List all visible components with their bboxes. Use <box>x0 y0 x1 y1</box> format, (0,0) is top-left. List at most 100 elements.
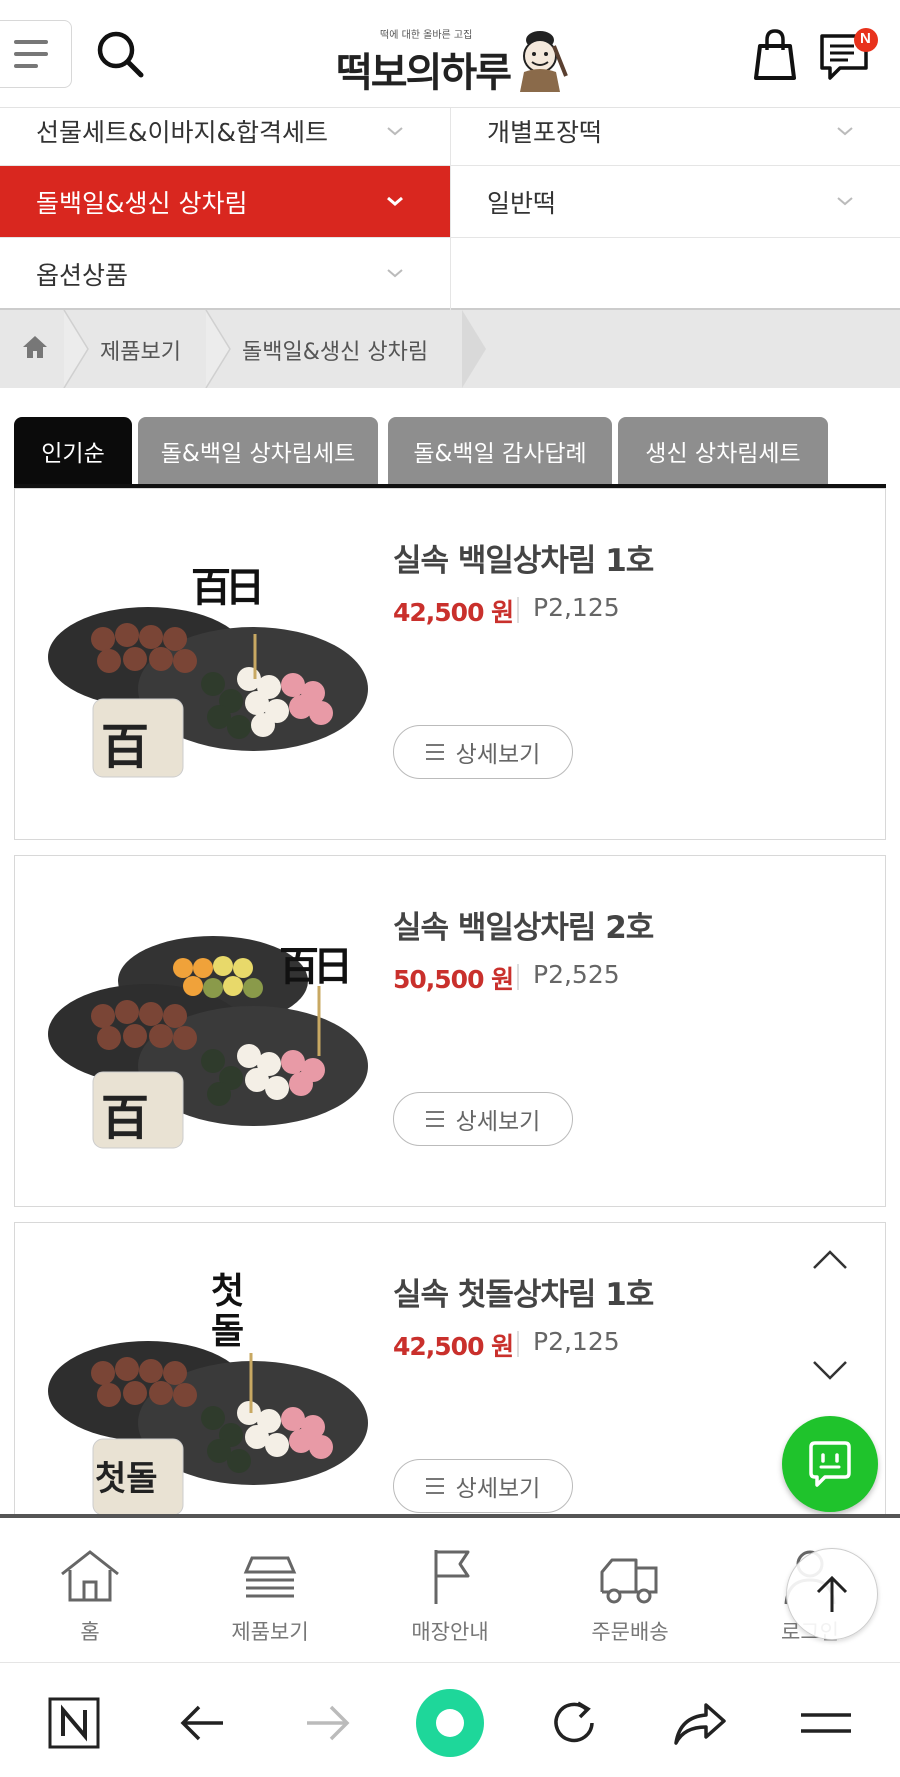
detail-button-label: 상세보기 <box>455 1476 541 1502</box>
detail-button-label: 상세보기 <box>455 742 541 768</box>
chevron-down-icon <box>387 269 403 278</box>
flag-icon <box>434 1550 470 1604</box>
browser-toolbar <box>0 1662 900 1777</box>
shopping-bag-icon[interactable] <box>748 26 802 82</box>
truck-icon <box>600 1558 658 1604</box>
detail-button[interactable]: 상세보기 <box>393 1459 573 1513</box>
nav-label: 주문배송 <box>591 1620 669 1644</box>
product-sign-text: 百日 <box>279 943 353 990</box>
product-stamp-text: 百 <box>101 719 150 775</box>
breadcrumb-item[interactable]: 돌백일&생신 상차림 <box>242 334 428 366</box>
breadcrumb: 제품보기 돌백일&생신 상차림 <box>0 310 900 388</box>
chat-icon <box>809 1441 851 1487</box>
product-stamp-text: 百 <box>101 1090 150 1146</box>
category-divider <box>450 108 451 310</box>
naver-home-button[interactable] <box>44 1693 104 1753</box>
detail-button[interactable]: 상세보기 <box>393 725 573 779</box>
home-icon[interactable] <box>20 332 50 362</box>
arrow-left-icon <box>180 1705 223 1741</box>
scroll-down-icon[interactable] <box>804 1352 856 1388</box>
category-label: 선물세트&이바지&합격세트 <box>36 117 328 147</box>
product-card[interactable]: 百日 百 실속 백일상차림 2호 50,500 원 P2,525 상세보기 <box>14 855 886 1207</box>
product-tabs: 인기순 돌&백일 상차림세트 돌&백일 감사답례 생신 상차림세트 <box>14 417 886 489</box>
category-individual-pack[interactable]: 개별포장떡 <box>451 108 900 166</box>
product-image[interactable] <box>43 1273 373 1523</box>
news-badge: N <box>860 30 871 47</box>
price-separator <box>517 964 519 990</box>
green-dot-button[interactable] <box>412 1685 488 1761</box>
product-stamp-text: 첫돌 <box>95 1459 158 1499</box>
green-dot-icon <box>416 1689 484 1757</box>
search-icon[interactable] <box>94 28 148 82</box>
nav-label: 매장안내 <box>411 1620 489 1644</box>
logo-tagline: 떡에 대한 올바른 고집 <box>380 30 473 41</box>
category-label: 일반떡 <box>487 188 557 218</box>
back-button[interactable] <box>172 1693 232 1753</box>
refresh-button[interactable] <box>544 1693 604 1753</box>
category-label: 돌백일&생신 상차림 <box>36 188 248 218</box>
nav-products[interactable]: 제품보기 <box>210 1546 330 1656</box>
tab-thank-you-gift[interactable]: 돌&백일 감사답례 <box>388 417 612 484</box>
tab-popular[interactable]: 인기순 <box>14 417 132 484</box>
nav-label: 홈 <box>80 1620 100 1644</box>
list-icon <box>425 1111 444 1127</box>
nav-store-info[interactable]: 매장안내 <box>390 1546 510 1656</box>
refresh-icon <box>554 1701 594 1743</box>
category-gift-set[interactable]: 선물세트&이바지&합격세트 <box>0 108 450 166</box>
detail-button[interactable]: 상세보기 <box>393 1092 573 1146</box>
arrow-right-icon <box>307 1705 350 1741</box>
price-separator <box>517 1331 519 1357</box>
menu-icon <box>801 1713 851 1733</box>
site-logo[interactable]: 떡에 대한 올바른 고집 떡보의하루 <box>330 22 570 96</box>
browser-menu-button[interactable] <box>796 1693 856 1753</box>
news-button[interactable]: N <box>818 26 880 82</box>
product-price: 50,500 원 <box>393 965 514 994</box>
product-card[interactable]: 百日 百 실속 백일상차림 1호 42,500 원 P2,125 상세보기 <box>14 488 886 840</box>
product-name[interactable]: 실속 첫돌상차림 1호 <box>393 1269 654 1314</box>
category-regular-rice-cake[interactable]: 일반떡 <box>451 166 900 238</box>
mascot-icon <box>520 31 568 92</box>
nav-delivery[interactable]: 주문배송 <box>570 1546 690 1656</box>
product-card[interactable]: 첫돌 첫돌 실속 첫돌상차림 1호 42,500 원 P2,125 상세보기 <box>14 1222 886 1522</box>
chevron-down-icon <box>387 127 403 136</box>
breadcrumb-item[interactable]: 제품보기 <box>100 334 181 366</box>
product-price: 42,500 원 <box>393 1332 514 1361</box>
detail-button-label: 상세보기 <box>455 1109 541 1135</box>
forward-button[interactable] <box>298 1693 358 1753</box>
share-button[interactable] <box>670 1693 730 1753</box>
product-point: P2,125 <box>533 1327 620 1356</box>
home-icon <box>61 1550 119 1602</box>
product-point: P2,125 <box>533 593 620 622</box>
category-birthday-table[interactable]: 돌백일&생신 상차림 <box>0 166 450 238</box>
product-sign-text: 百日 <box>191 564 265 611</box>
list-icon <box>425 744 444 760</box>
product-point: P2,525 <box>533 960 620 989</box>
breadcrumb-separator <box>462 310 486 388</box>
product-name[interactable]: 실속 백일상차림 2호 <box>393 902 654 947</box>
product-name[interactable]: 실속 백일상차림 1호 <box>393 535 654 580</box>
site-header: 떡에 대한 올바른 고집 떡보의하루 N <box>0 0 900 108</box>
chat-button[interactable] <box>782 1416 878 1512</box>
naver-n-icon <box>48 1697 100 1749</box>
product-price: 42,500 원 <box>393 598 514 627</box>
scroll-up-icon[interactable] <box>804 1242 856 1278</box>
list-icon <box>425 1478 444 1494</box>
tab-birthday-set[interactable]: 생신 상차림세트 <box>618 417 828 484</box>
arrow-up-icon <box>816 1575 848 1612</box>
product-sign-text: 첫돌 <box>211 1270 245 1352</box>
price-separator <box>517 597 519 623</box>
category-label: 개별포장떡 <box>487 117 603 147</box>
category-options[interactable]: 옵션상품 <box>0 238 450 310</box>
chevron-down-icon <box>837 127 853 136</box>
nav-label: 제품보기 <box>231 1620 309 1644</box>
stack-icon <box>243 1556 297 1598</box>
chevron-down-icon <box>387 196 403 206</box>
logo-text: 떡보의하루 <box>336 49 512 96</box>
scroll-to-top-button[interactable] <box>786 1548 878 1640</box>
nav-home[interactable]: 홈 <box>30 1546 150 1656</box>
breadcrumb-separator <box>63 310 89 388</box>
tab-doljanchi-set[interactable]: 돌&백일 상차림세트 <box>138 417 378 484</box>
chevron-down-icon <box>837 197 853 206</box>
hamburger-menu-button[interactable] <box>0 20 72 88</box>
category-grid: 선물세트&이바지&합격세트 개별포장떡 돌백일&생신 상차림 일반떡 옵션상품 <box>0 108 900 310</box>
